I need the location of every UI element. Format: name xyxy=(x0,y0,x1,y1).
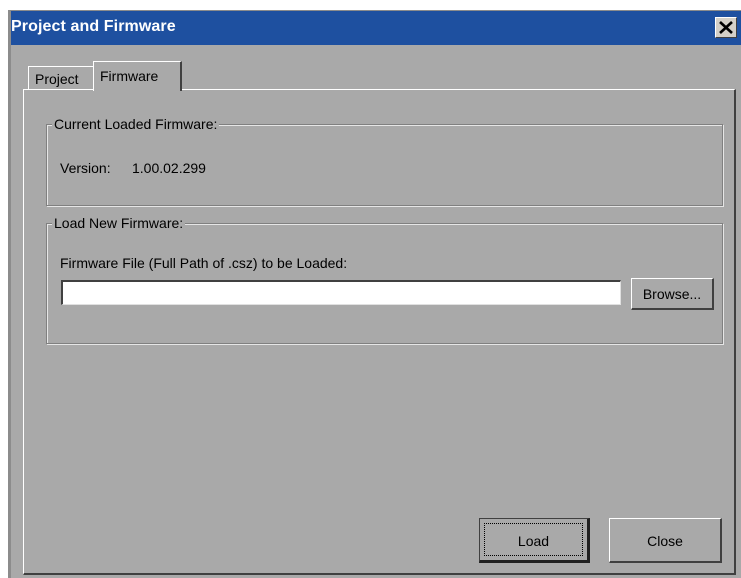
version-label: Version: xyxy=(60,160,111,176)
load-button[interactable]: Load xyxy=(479,518,590,563)
tab-firmware[interactable]: Firmware xyxy=(93,61,182,91)
firmware-file-input[interactable] xyxy=(61,280,621,305)
tab-project[interactable]: Project xyxy=(28,66,95,89)
close-button[interactable]: Close xyxy=(609,518,722,563)
tab-project-label: Project xyxy=(35,71,79,87)
version-value: 1.00.02.299 xyxy=(132,160,206,176)
close-icon xyxy=(719,21,733,34)
window-close-button[interactable] xyxy=(715,17,737,38)
load-firmware-group: Load New Firmware: Firmware File (Full P… xyxy=(46,215,723,344)
firmware-tab-panel: Current Loaded Firmware: Version: 1.00.0… xyxy=(23,89,736,575)
title-bar[interactable]: Project and Firmware xyxy=(11,11,741,45)
firmware-file-label: Firmware File (Full Path of .csz) to be … xyxy=(60,255,348,271)
browse-button[interactable]: Browse... xyxy=(631,278,714,310)
tab-firmware-label: Firmware xyxy=(100,68,159,84)
current-firmware-group: Current Loaded Firmware: Version: 1.00.0… xyxy=(46,116,723,206)
current-firmware-legend: Current Loaded Firmware: xyxy=(52,116,220,132)
window-title: Project and Firmware xyxy=(11,18,176,35)
project-firmware-dialog: Project and Firmware Project Firmware Cu… xyxy=(8,10,741,578)
load-firmware-legend: Load New Firmware: xyxy=(52,215,186,231)
load-button-label: Load xyxy=(517,533,550,549)
